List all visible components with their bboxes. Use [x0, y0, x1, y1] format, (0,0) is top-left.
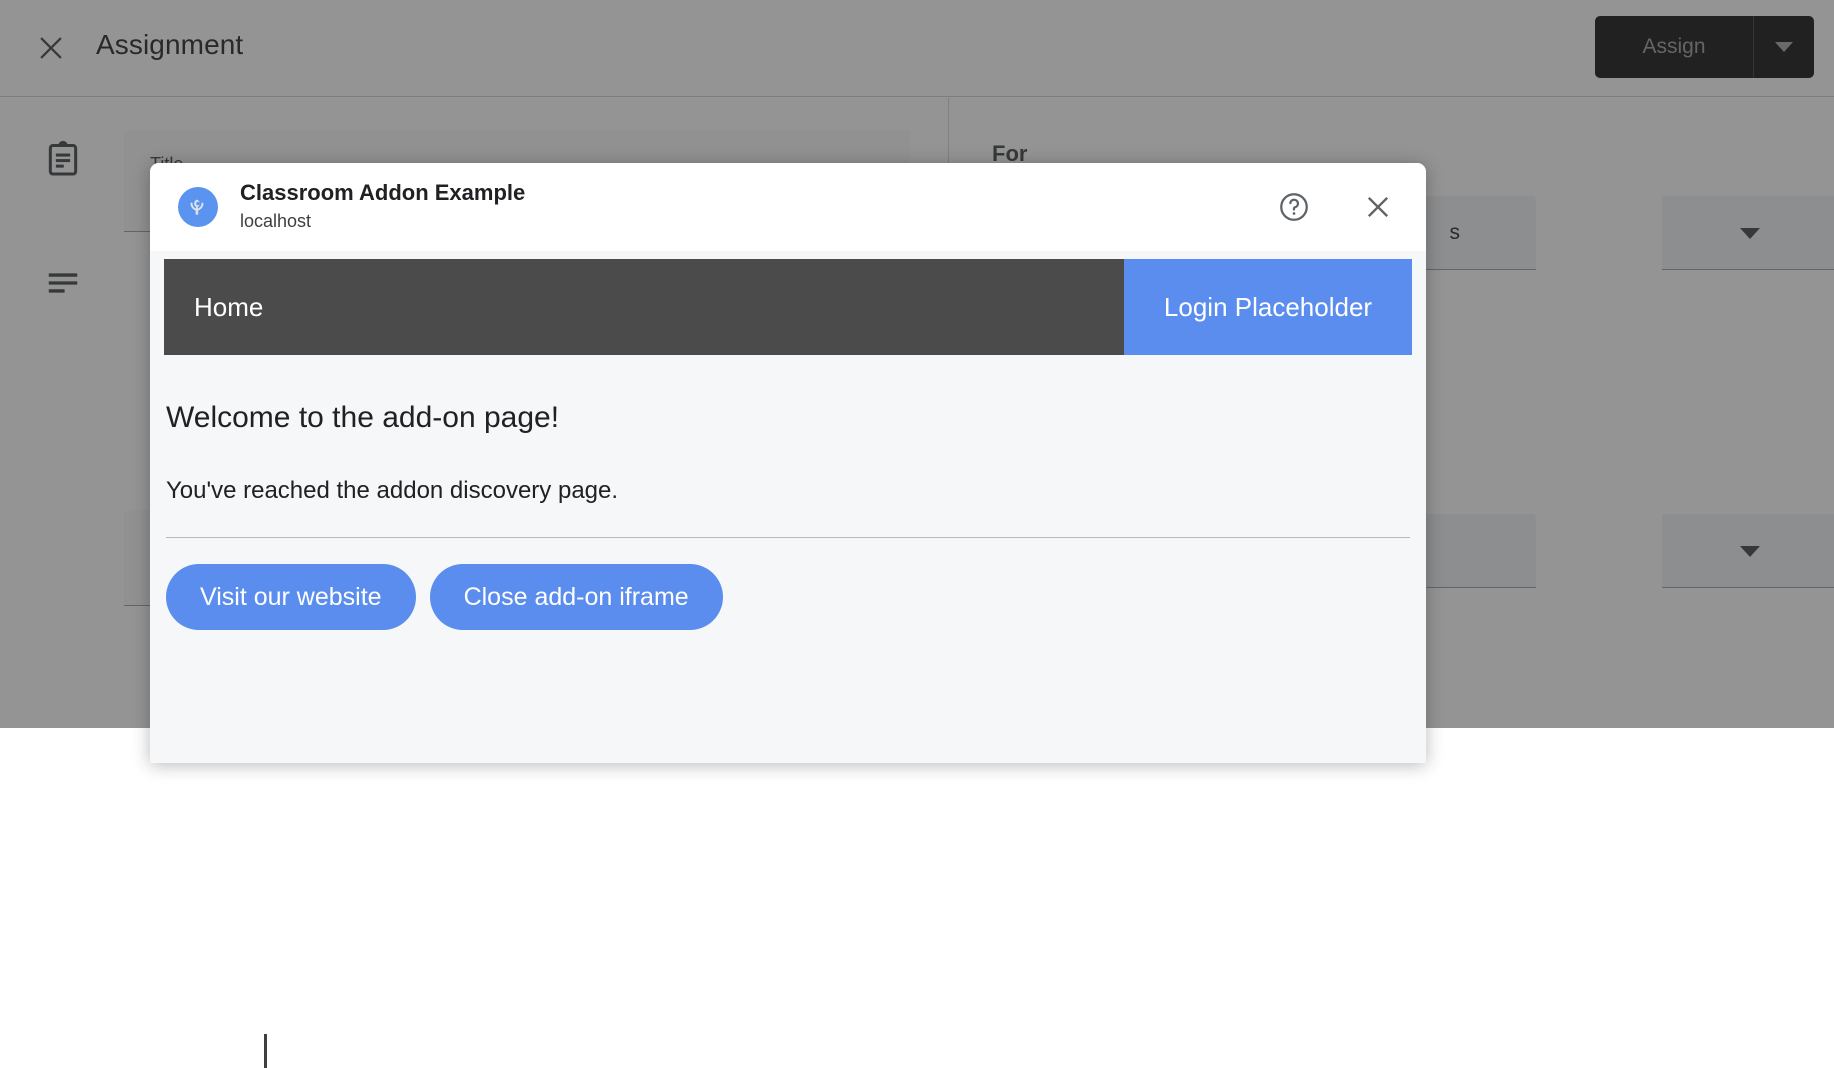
close-icon[interactable] — [1358, 187, 1398, 227]
addon-header-actions — [1274, 187, 1398, 227]
addon-site-nav: Home Login Placeholder — [164, 259, 1412, 355]
addon-iframe-content: Home Login Placeholder Welcome to the ad… — [150, 251, 1426, 763]
help-circle-icon[interactable] — [1274, 187, 1314, 227]
classroom-addon-logo-icon — [178, 187, 218, 227]
addon-origin: localhost — [240, 209, 525, 233]
nav-login-label: Login Placeholder — [1164, 292, 1372, 323]
welcome-body-text: You've reached the addon discovery page. — [166, 477, 1412, 505]
text-caret — [264, 1034, 267, 1068]
nav-login-placeholder[interactable]: Login Placeholder — [1124, 259, 1412, 355]
addon-dialog-header: Classroom Addon Example localhost — [150, 163, 1426, 251]
close-addon-iframe-button[interactable]: Close add-on iframe — [430, 564, 723, 630]
addon-header-text: Classroom Addon Example localhost — [240, 180, 525, 233]
addon-action-buttons: Visit our website Close add-on iframe — [166, 564, 1412, 630]
welcome-heading: Welcome to the add-on page! — [166, 401, 1412, 435]
visit-website-button[interactable]: Visit our website — [166, 564, 416, 630]
nav-item-home[interactable]: Home — [194, 292, 263, 323]
nav-home-section[interactable]: Home — [164, 259, 1124, 355]
content-divider — [166, 537, 1410, 538]
addon-dialog: Classroom Addon Example localhost Home — [150, 163, 1426, 763]
addon-name: Classroom Addon Example — [240, 180, 525, 207]
